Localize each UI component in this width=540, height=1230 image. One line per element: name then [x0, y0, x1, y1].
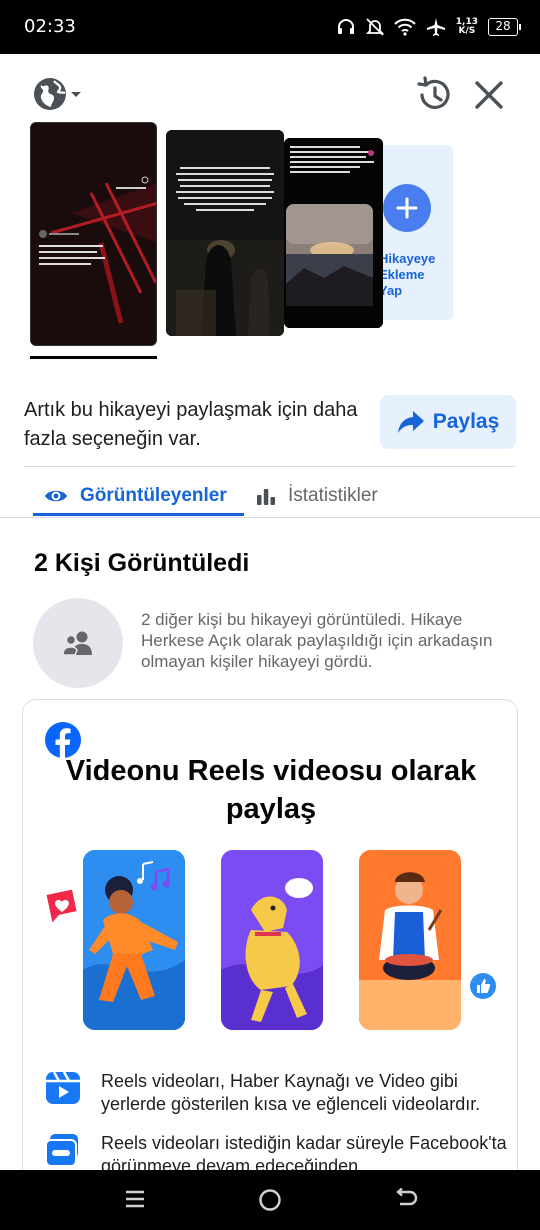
recent-apps-button[interactable] [124, 1188, 146, 1215]
eye-icon [45, 490, 67, 502]
share-button[interactable]: Paylaş [380, 395, 516, 449]
selected-story-indicator [30, 356, 157, 359]
history-icon [417, 76, 450, 109]
back-button[interactable] [394, 1187, 418, 1215]
divider [24, 466, 516, 467]
status-time: 02:33 [24, 16, 76, 37]
heart-badge-icon [46, 889, 77, 922]
share-description: Artık bu hikayeyi paylaşmak için daha fa… [24, 399, 358, 450]
story-history-button[interactable] [414, 75, 454, 120]
net-speed: 1,13 K/S [456, 18, 478, 36]
wifi-icon [394, 18, 416, 36]
viewers-title: 2 Kişi Görüntüledi [34, 549, 250, 577]
chef-panel [359, 850, 461, 1030]
add-story-label: Hikayeye Ekleme Yap [383, 251, 436, 298]
reels-icon [46, 1071, 80, 1104]
status-bar: 02:33 1,13 K/S 28 [0, 0, 540, 54]
tab-viewers-label: Görüntüleyenler [80, 485, 227, 506]
like-badge-icon [470, 973, 496, 999]
story-image-3 [284, 138, 383, 328]
plus-icon [396, 197, 418, 219]
add-to-story-tile[interactable]: Hikayeye Ekleme Yap [383, 145, 453, 320]
people-icon [62, 631, 92, 656]
tab-statistics-label: İstatistikler [288, 485, 378, 506]
feature-text: Reels videoları, Haber Kaynağı ve Video … [101, 1071, 481, 1114]
chef-illustration [359, 850, 461, 1030]
reels-card-title: Videonu Reels videosu olarak paylaş [65, 755, 477, 825]
reels-duration-icon [45, 1134, 78, 1167]
system-navigation-bar [0, 1170, 540, 1230]
dog-illustration [221, 850, 323, 1030]
back-icon [396, 1187, 418, 1206]
story-image-2 [166, 130, 284, 336]
bell-muted-icon [365, 18, 384, 36]
share-arrow-icon [397, 411, 424, 433]
story-thumbnail-2[interactable] [166, 130, 284, 336]
active-tab-indicator [33, 513, 244, 516]
feature-item: Reels videoları, Haber Kaynağı ve Video … [45, 1070, 513, 1116]
divider [0, 517, 540, 518]
headphones-icon [337, 19, 354, 34]
home-icon [259, 1189, 281, 1211]
close-button[interactable] [472, 78, 506, 117]
tab-statistics[interactable]: İstatistikler [256, 476, 378, 516]
tab-viewers[interactable]: Görüntüleyenler [44, 476, 227, 516]
add-story-button[interactable] [383, 184, 431, 232]
bar-chart-icon [257, 489, 275, 505]
reels-promo-card: Videonu Reels videosu olarak paylaş Reel… [22, 699, 518, 1230]
dog-panel [221, 850, 323, 1030]
reels-illustration [43, 840, 499, 1040]
close-icon [475, 81, 503, 109]
globe-icon [34, 78, 66, 110]
story-thumbnails: Hikayeye Ekleme Yap [0, 118, 540, 368]
status-icons: 1,13 K/S 28 [336, 14, 521, 40]
home-button[interactable] [258, 1188, 282, 1217]
menu-icon [126, 1190, 144, 1208]
airplane-mode-icon [426, 18, 445, 36]
viewers-avatar [33, 598, 123, 688]
story-thumbnail-3[interactable] [284, 138, 383, 328]
viewers-description: 2 diğer kişi bu hikayeyi görüntüledi. Hi… [141, 610, 493, 671]
chevron-down-icon [71, 92, 81, 97]
story-thumbnail-1[interactable] [30, 122, 157, 346]
story-image-1 [31, 123, 156, 345]
privacy-selector-button[interactable] [32, 76, 82, 112]
battery-indicator: 28 [488, 18, 521, 36]
net-speed-unit: K/S [458, 26, 476, 36]
share-button-label: Paylaş [432, 410, 500, 433]
music-note-icon [150, 868, 170, 891]
